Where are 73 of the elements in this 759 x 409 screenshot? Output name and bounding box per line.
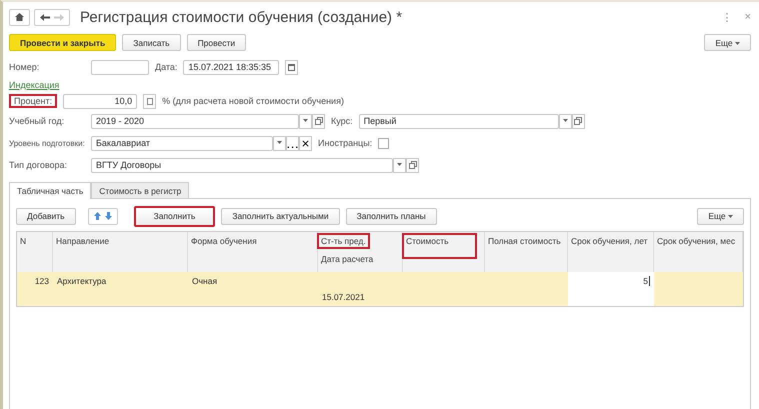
field-label: Процент: bbox=[9, 94, 58, 108]
calendar-icon bbox=[288, 64, 296, 70]
more-button[interactable]: Еще bbox=[704, 34, 751, 51]
dropdown-icon[interactable] bbox=[277, 141, 282, 145]
calendar-button[interactable] bbox=[285, 60, 298, 74]
table-toolbar-button[interactable]: Заполнить bbox=[134, 206, 216, 226]
field-label: Курс: bbox=[331, 116, 353, 126]
cell-text: Архитектура bbox=[57, 276, 106, 286]
level-field[interactable]: Бакалавриат bbox=[91, 136, 273, 150]
tab[interactable]: Стоимость в регистр bbox=[91, 182, 190, 198]
field-label: Номер: bbox=[9, 62, 40, 72]
column-header: Стоимость bbox=[402, 233, 477, 259]
cell-text: 15.07.2021 bbox=[322, 292, 365, 302]
open-button[interactable] bbox=[406, 158, 419, 172]
year-field[interactable]: 2019 - 2020 bbox=[91, 114, 299, 128]
move-buttons[interactable] bbox=[88, 208, 118, 224]
toolbar-button[interactable]: Записать bbox=[122, 34, 181, 51]
course-field[interactable]: Первый bbox=[358, 114, 559, 128]
clear-button[interactable]: × bbox=[299, 136, 312, 150]
cell-text: 5 bbox=[643, 276, 650, 286]
dropdown-icon[interactable] bbox=[562, 119, 568, 123]
calculator-icon bbox=[146, 98, 153, 104]
tab[interactable]: Табличная часть bbox=[9, 182, 92, 199]
foreign-checkbox[interactable] bbox=[378, 138, 390, 148]
table-toolbar-button[interactable]: Добавить bbox=[16, 208, 76, 224]
dropdown-button[interactable] bbox=[273, 136, 286, 150]
contract-type-field[interactable]: ВГТУ Договоры bbox=[91, 158, 393, 172]
column-header: Полная стоимость bbox=[487, 235, 560, 248]
field-label: Учебный год: bbox=[9, 116, 66, 126]
column-header: Дата расчета bbox=[321, 254, 374, 264]
home-icon bbox=[15, 13, 24, 21]
dropdown-button[interactable] bbox=[393, 158, 406, 172]
column-header: Срок обучения, лет bbox=[570, 235, 646, 248]
column-header: Форма обучения bbox=[190, 235, 258, 248]
back-arrow-icon[interactable] bbox=[40, 14, 50, 20]
open-icon[interactable] bbox=[574, 117, 582, 125]
table-toolbar-button[interactable]: Заполнить актуальными bbox=[221, 208, 340, 224]
open-button[interactable] bbox=[572, 114, 585, 128]
date-field[interactable]: 15.07.2021 18:35:35 bbox=[183, 60, 280, 74]
post-and-close-button[interactable]: Провести и закрыть bbox=[9, 34, 116, 51]
cell-text: 123 bbox=[34, 276, 49, 286]
dropdown-icon[interactable] bbox=[303, 119, 308, 123]
calculator-button[interactable] bbox=[143, 94, 156, 108]
indexation-link[interactable]: Индексация bbox=[9, 80, 60, 90]
toolbar-button[interactable]: Провести bbox=[186, 34, 246, 51]
dropdown-icon[interactable] bbox=[397, 163, 402, 167]
home-button[interactable] bbox=[9, 8, 30, 26]
column-header: Срок обучения, мес bbox=[656, 235, 735, 248]
column-header: Направление bbox=[55, 235, 110, 248]
table-toolbar-button[interactable]: Заполнить планы bbox=[346, 208, 437, 224]
navigation-buttons[interactable] bbox=[34, 8, 70, 26]
column-header: N bbox=[19, 235, 28, 248]
more-button[interactable]: Еще bbox=[697, 208, 744, 224]
dropdown-button[interactable] bbox=[299, 114, 312, 128]
select-button[interactable]: … bbox=[286, 136, 299, 150]
open-icon[interactable] bbox=[314, 117, 322, 125]
dropdown-icon[interactable] bbox=[728, 215, 733, 219]
field-label: Дата: bbox=[155, 62, 178, 72]
window-title: Регистрация стоимости обучения (создание) * bbox=[80, 8, 404, 26]
field-label: Уровень подготовки: bbox=[9, 138, 85, 148]
field-label: Иностранцы: bbox=[318, 138, 372, 148]
up-arrow-icon[interactable] bbox=[94, 212, 101, 220]
dropdown-icon[interactable] bbox=[735, 42, 740, 46]
cell-text: Очная bbox=[192, 276, 218, 286]
dropdown-button[interactable] bbox=[558, 114, 572, 128]
percent-note: % (для расчета новой стоимости обучения) bbox=[162, 96, 344, 106]
open-button[interactable] bbox=[312, 114, 325, 128]
field-label: Тип договора: bbox=[9, 160, 68, 170]
number-field[interactable] bbox=[91, 60, 149, 74]
down-arrow-icon[interactable] bbox=[104, 212, 112, 220]
open-icon[interactable] bbox=[408, 161, 416, 169]
percent-field[interactable]: 10,0 bbox=[63, 94, 138, 108]
column-header: Ст-ть пред. bbox=[317, 233, 370, 249]
